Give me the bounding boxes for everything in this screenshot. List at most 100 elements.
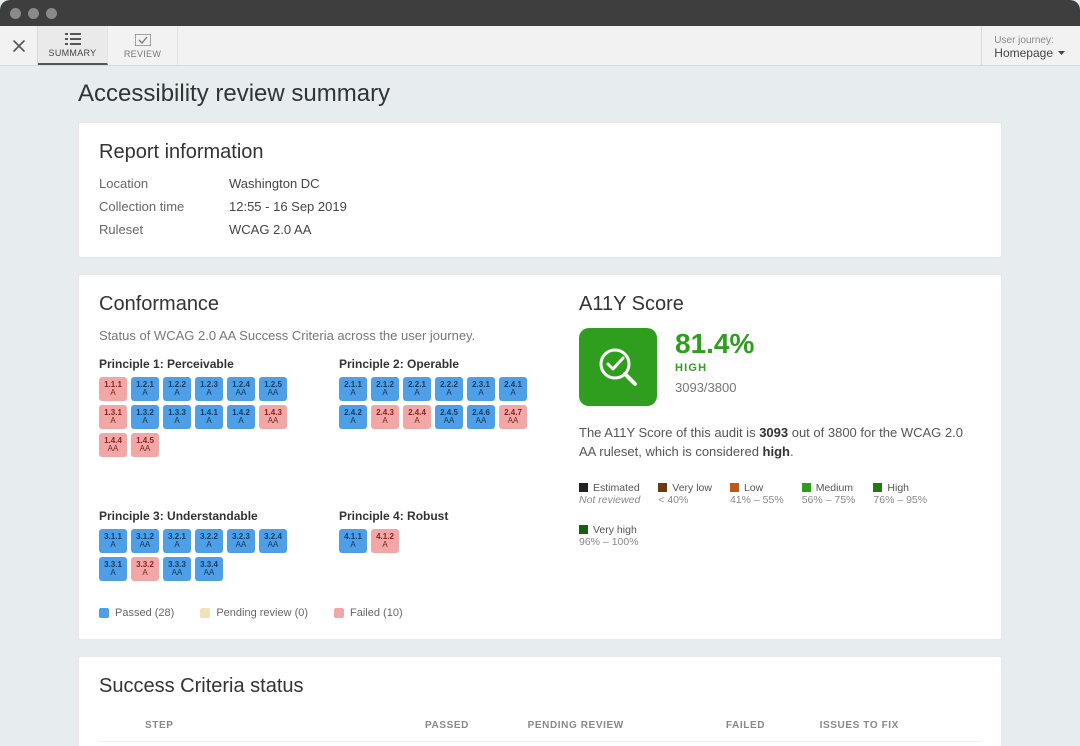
criterion-1.2.1[interactable]: 1.2.1A [131,377,159,401]
report-value: 12:55 - 16 Sep 2019 [229,199,347,214]
score-description: The A11Y Score of this audit is 3093 out… [579,424,981,462]
criterion-3.3.3[interactable]: 3.3.3AA [163,557,191,581]
close-button[interactable] [0,26,38,65]
cell-issues: 42 [814,742,981,746]
criterion-2.2.2[interactable]: 2.2.2A [435,377,463,401]
criterion-2.3.1[interactable]: 2.3.1A [467,377,495,401]
col-passed: PASSED [419,710,522,742]
chevron-down-icon [1057,50,1066,56]
score-fraction: 3093/3800 [675,380,754,395]
report-key: Location [99,176,229,191]
status-title: Success Criteria status [99,675,981,698]
criterion-2.4.7[interactable]: 2.4.7AA [499,405,527,429]
table-row: +1https://www.mywebsite.com281042 [99,742,981,746]
criterion-4.1.1[interactable]: 4.1.1A [339,529,367,553]
criterion-2.1.1[interactable]: 2.1.1A [339,377,367,401]
card-success-criteria-status: Success Criteria status STEP PASSED PEND… [78,656,1002,746]
col-issues: ISSUES TO FIX [814,710,981,742]
criterion-1.1.1[interactable]: 1.1.1A [99,377,127,401]
criterion-1.2.3[interactable]: 1.2.3A [195,377,223,401]
score-icon [579,328,657,406]
criterion-3.2.1[interactable]: 3.2.1A [163,529,191,553]
criterion-1.4.1[interactable]: 1.4.1A [195,405,223,429]
legend-failed: Failed (10) [334,607,403,619]
criterion-3.1.2[interactable]: 3.1.2AA [131,529,159,553]
tab-label: SUMMARY [49,48,97,58]
principle: Principle 1: Perceivable1.1.1A1.2.1A1.2.… [99,357,299,461]
rubric-vlow: Very low< 40% [658,482,712,506]
criterion-2.4.2[interactable]: 2.4.2A [339,405,367,429]
traffic-light-dot [28,8,39,19]
report-key: Collection time [99,199,229,214]
report-row: RulesetWCAG 2.0 AA [99,222,981,237]
principle-title: Principle 3: Understandable [99,509,299,523]
rubric-est: EstimatedNot reviewed [579,482,640,506]
a11y-score-title: A11Y Score [579,293,981,316]
cell-passed: 28 [419,742,522,746]
criterion-3.2.3[interactable]: 3.2.3AA [227,529,255,553]
principle: Principle 3: Understandable 3.1.1A3.1.2AA… [99,509,299,585]
criterion-2.2.1[interactable]: 2.2.1A [403,377,431,401]
page-title: Accessibility review summary [78,80,1080,108]
review-icon [135,32,151,47]
report-info-title: Report information [99,141,981,164]
criterion-3.3.1[interactable]: 3.3.1A [99,557,127,581]
criterion-3.1.1[interactable]: 3.1.1A [99,529,127,553]
col-step: STEP [139,710,419,742]
criterion-3.3.2[interactable]: 3.3.2A [131,557,159,581]
report-value: WCAG 2.0 AA [229,222,311,237]
report-row: LocationWashington DC [99,176,981,191]
cell-pending [522,742,720,746]
criterion-2.4.4[interactable]: 2.4.4A [403,405,431,429]
criterion-1.4.4[interactable]: 1.4.4AA [99,433,127,457]
traffic-light-dot [46,8,57,19]
criterion-1.2.4[interactable]: 1.2.4AA [227,377,255,401]
rubric-vhigh: Very high96% – 100% [579,524,639,548]
criterion-1.4.2[interactable]: 1.4.2A [227,405,255,429]
criterion-2.4.6[interactable]: 2.4.6AA [467,405,495,429]
card-conformance-score: Conformance Status of WCAG 2.0 AA Succes… [78,274,1002,640]
criterion-1.4.5[interactable]: 1.4.5AA [131,433,159,457]
criterion-1.3.2[interactable]: 1.3.2A [131,405,159,429]
cell-failed: 10 [720,742,814,746]
criterion-1.2.5[interactable]: 1.2.5AA [259,377,287,401]
principle-title: Principle 2: Operable [339,357,539,371]
report-value: Washington DC [229,176,320,191]
criterion-3.2.2[interactable]: 3.2.2A [195,529,223,553]
user-journey-label: User journey: [994,35,1066,46]
toolbar: SUMMARY REVIEW User journey: Homepage [0,26,1080,66]
principle: Principle 2: Operable2.1.1A2.1.2A2.2.1A2… [339,357,539,461]
user-journey-value: Homepage [994,46,1053,60]
conformance-title: Conformance [99,293,539,316]
criterion-1.3.3[interactable]: 1.3.3A [163,405,191,429]
legend-passed: Passed (28) [99,607,174,619]
tab-review[interactable]: REVIEW [108,26,178,65]
principle: Principle 4: Robust 4.1.1A4.1.2A [339,509,539,585]
summary-icon [65,31,81,46]
cell-step: 1https://www.mywebsite.com [139,742,419,746]
legend-pending: Pending review (0) [200,607,308,619]
user-journey-selector[interactable]: User journey: Homepage [981,26,1080,65]
traffic-light-dot [10,8,21,19]
criterion-3.3.4[interactable]: 3.3.4AA [195,557,223,581]
close-icon [12,39,26,53]
report-row: Collection time12:55 - 16 Sep 2019 [99,199,981,214]
criterion-2.4.3[interactable]: 2.4.3A [371,405,399,429]
tab-summary[interactable]: SUMMARY [38,26,108,65]
rubric-high: High76% – 95% [873,482,927,506]
criterion-4.1.2[interactable]: 4.1.2A [371,529,399,553]
criterion-2.4.1[interactable]: 2.4.1A [499,377,527,401]
criterion-2.1.2[interactable]: 2.1.2A [371,377,399,401]
criterion-2.4.5[interactable]: 2.4.5AA [435,405,463,429]
col-failed: FAILED [720,710,814,742]
principle-title: Principle 4: Robust [339,509,539,523]
criterion-1.2.2[interactable]: 1.2.2A [163,377,191,401]
card-report-information: Report information LocationWashington DC… [78,122,1002,258]
conformance-subtitle: Status of WCAG 2.0 AA Success Criteria a… [99,328,539,343]
rubric-med: Medium56% – 75% [802,482,856,506]
principle-title: Principle 1: Perceivable [99,357,299,371]
criterion-3.2.4[interactable]: 3.2.4AA [259,529,287,553]
tab-label: REVIEW [124,49,161,59]
criterion-1.3.1[interactable]: 1.3.1A [99,405,127,429]
criterion-1.4.3[interactable]: 1.4.3AA [259,405,287,429]
